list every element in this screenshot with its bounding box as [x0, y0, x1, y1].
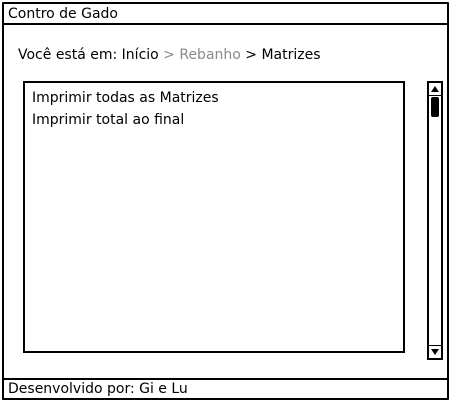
- breadcrumb-prefix: Você está em:: [18, 47, 122, 63]
- list-item-imprimir-total-final[interactable]: Imprimir total ao final: [32, 111, 184, 129]
- report-options-list[interactable]: Imprimir todas as Matrizes Imprimir tota…: [23, 81, 405, 353]
- vertical-scrollbar[interactable]: [427, 81, 443, 360]
- breadcrumb-item-rebanho[interactable]: > Rebanho: [159, 47, 241, 63]
- breadcrumb-item-inicio[interactable]: Início: [122, 47, 159, 63]
- triangle-up-icon: [431, 86, 439, 92]
- triangle-down-icon: [431, 349, 439, 355]
- scroll-down-button[interactable]: [429, 345, 441, 358]
- window-title: Contro de Gado: [4, 4, 447, 25]
- scroll-up-button[interactable]: [429, 83, 441, 96]
- breadcrumb-item-matrizes: > Matrizes: [240, 47, 321, 63]
- list-item-imprimir-todas-matrizes[interactable]: Imprimir todas as Matrizes: [32, 89, 219, 107]
- app-window: Contro de Gado Você está em: Início > Re…: [2, 2, 449, 400]
- footer-credits: Desenvolvido por: Gi e Lu: [4, 378, 447, 398]
- breadcrumb: Você está em: Início > Rebanho > Matrize…: [18, 46, 321, 64]
- scroll-thumb[interactable]: [431, 97, 439, 117]
